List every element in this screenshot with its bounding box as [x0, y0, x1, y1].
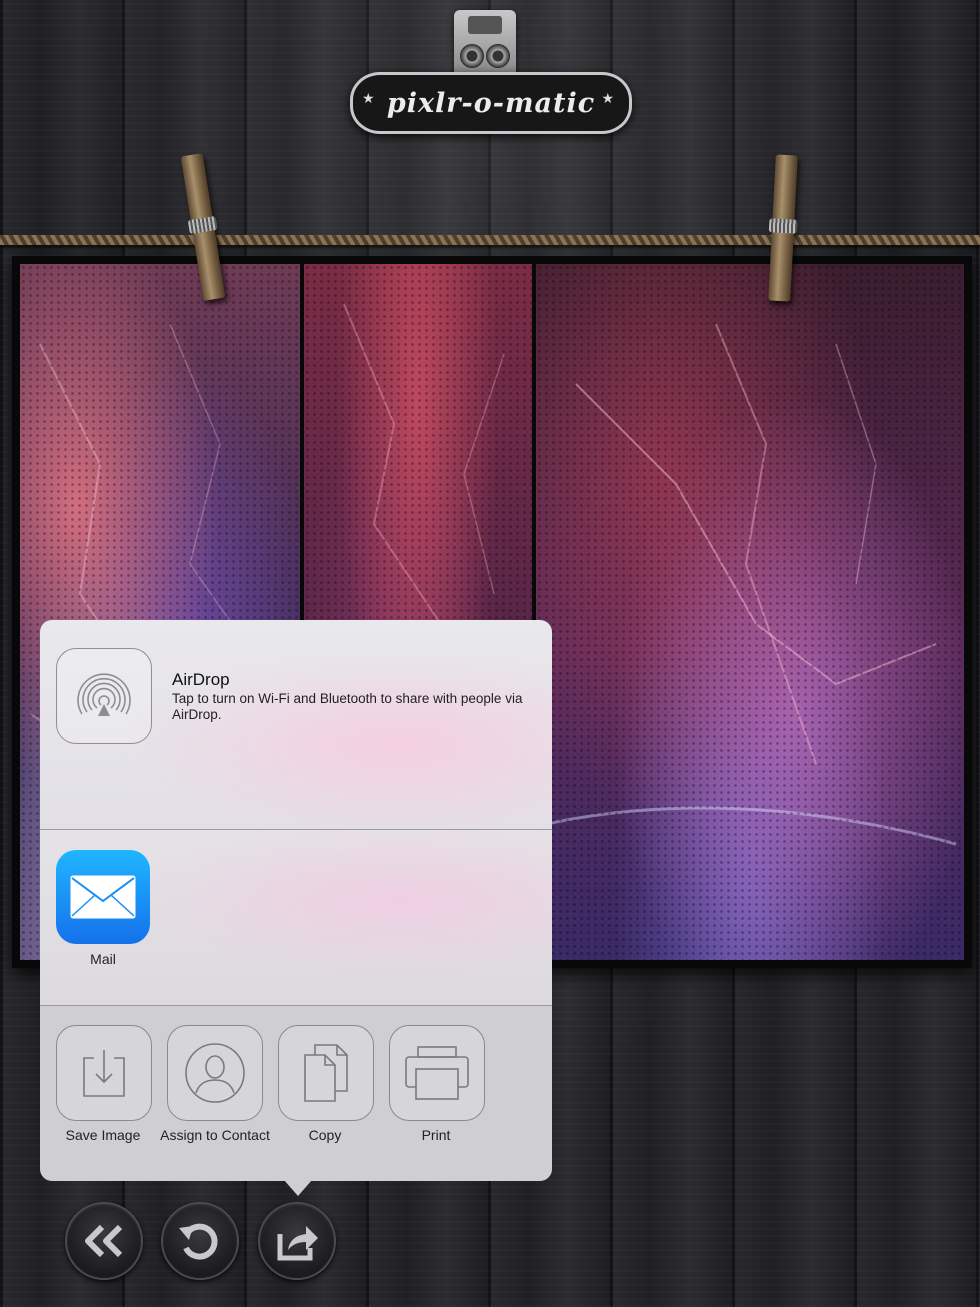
save-image-icon — [83, 1050, 125, 1097]
save-image-button[interactable] — [56, 1025, 152, 1121]
popover-pointer — [284, 1180, 312, 1196]
share-icon — [277, 1226, 318, 1261]
airdrop-button[interactable] — [56, 648, 152, 744]
refresh-icon — [179, 1223, 218, 1260]
back-double-chevron-icon — [85, 1224, 123, 1258]
logo-text: pixlr-o-matic — [386, 87, 596, 119]
print-icon — [405, 1046, 469, 1100]
print-label: Print — [421, 1127, 451, 1143]
airdrop-section: AirDrop Tap to turn on Wi-Fi and Bluetoo… — [40, 620, 552, 829]
airdrop-title: AirDrop — [172, 670, 230, 689]
share-button[interactable] — [258, 1202, 336, 1280]
contact-icon — [185, 1043, 245, 1103]
logo-banner: pixlr-o-matic — [350, 72, 632, 134]
mail-button[interactable] — [56, 850, 150, 944]
airdrop-description: Tap to turn on Wi-Fi and Bluetooth to sh… — [172, 691, 523, 722]
copy-button[interactable] — [278, 1025, 374, 1121]
refresh-button[interactable] — [161, 1202, 239, 1280]
mail-label: Mail — [90, 951, 116, 967]
app-logo: pixlr-o-matic ★ ★ — [350, 10, 632, 138]
assign-to-contact-button[interactable] — [167, 1025, 263, 1121]
star-icon: ★ — [601, 90, 614, 106]
photo-panel-right — [536, 264, 964, 960]
assign-to-contact-label: Assign to Contact — [160, 1127, 270, 1143]
airdrop-icon — [77, 673, 131, 716]
save-image-label: Save Image — [65, 1127, 141, 1143]
actions-section: Save Image Assign to Contact Copy Print — [40, 1006, 552, 1181]
clothesline-rope — [0, 235, 980, 245]
copy-icon — [304, 1044, 348, 1102]
back-button[interactable] — [65, 1202, 143, 1280]
mail-icon — [70, 875, 136, 919]
copy-label: Copy — [308, 1127, 342, 1143]
star-icon: ★ — [362, 90, 375, 106]
apps-section: Mail — [40, 830, 552, 1005]
share-sheet: AirDrop Tap to turn on Wi-Fi and Bluetoo… — [40, 620, 552, 1181]
print-button[interactable] — [389, 1025, 485, 1121]
